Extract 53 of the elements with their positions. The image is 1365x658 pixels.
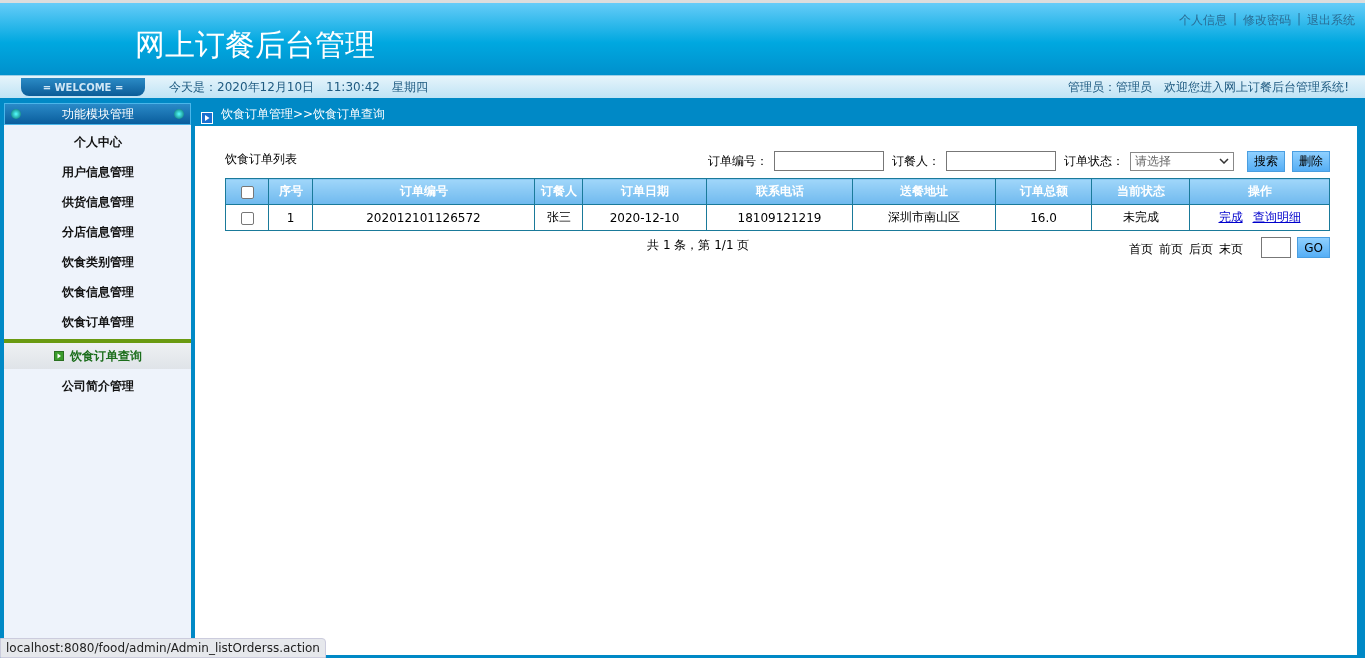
table-cell: 1 — [268, 204, 313, 231]
page-link[interactable]: 末页 — [1219, 241, 1244, 258]
table-cell: 未完成 — [1091, 204, 1190, 231]
status-url-tooltip: localhost:8080/food/admin/Admin_listOrderss.action — [0, 638, 326, 658]
welcome-badge: = WELCOME = — [21, 78, 145, 96]
column-header: 送餐地址 — [852, 178, 996, 205]
column-header: 订餐人 — [534, 178, 583, 205]
table-cell: 2020-12-10 — [582, 204, 707, 231]
status-dropdown[interactable]: 请选择 — [1130, 151, 1234, 171]
column-header: 订单总额 — [995, 178, 1092, 205]
table-cell: 张三 — [534, 204, 583, 231]
page-summary: 共 1 条，第 1/1 页 — [647, 237, 750, 254]
sidebar-item[interactable]: 公司简介管理 — [4, 371, 191, 401]
link-separator: | — [1296, 12, 1301, 28]
table-cell: 深圳市南山区 — [852, 204, 996, 231]
sidebar-item[interactable]: 饮食信息管理 — [4, 277, 191, 307]
page-link[interactable]: 首页 — [1129, 241, 1154, 258]
column-header: 当前状态 — [1091, 178, 1190, 205]
table-cell: 18109121219 — [706, 204, 853, 231]
action-link[interactable]: 完成 — [1218, 209, 1243, 226]
action-link[interactable]: 查询明细 — [1252, 209, 1301, 226]
sidebar-item[interactable]: 个人中心 — [4, 127, 191, 157]
date-text: 今天是：2020年12月10日 — [169, 78, 315, 96]
column-header: 订单编号 — [312, 178, 535, 205]
sidebar-item[interactable]: 供货信息管理 — [4, 187, 191, 217]
sidebar-title: 功能模块管理 — [61, 105, 134, 123]
customer-label: 订餐人： — [892, 152, 940, 170]
sidebar-item[interactable]: 饮食类别管理 — [4, 247, 191, 277]
admin-text: 管理员：管理员 — [1068, 78, 1153, 96]
delete-button[interactable]: 删除 — [1292, 150, 1330, 172]
column-header: 序号 — [268, 178, 313, 205]
table-cell: 16.0 — [995, 204, 1092, 231]
order-no-label: 订单编号： — [708, 152, 768, 170]
list-title: 饮食订单列表 — [225, 150, 297, 168]
page-link[interactable]: 前页 — [1159, 241, 1184, 258]
column-header: 操作 — [1189, 178, 1330, 205]
site-title: 网上订餐后台管理 — [135, 26, 375, 64]
status-label: 订单状态： — [1064, 152, 1124, 170]
go-button[interactable]: GO — [1297, 237, 1330, 258]
sidebar-item[interactable]: 分店信息管理 — [4, 217, 191, 247]
greeting-text: 欢迎您进入网上订餐后台管理系统! — [1164, 78, 1349, 96]
search-button[interactable]: 搜索 — [1247, 150, 1285, 172]
link-separator: | — [1232, 12, 1237, 28]
sidebar-item[interactable]: 用户信息管理 — [4, 157, 191, 187]
column-header: 订单日期 — [582, 178, 707, 205]
breadcrumb: 饮食订单管理>>饮食订单查询 — [221, 106, 386, 123]
sidebar-item[interactable]: 饮食订单查询 — [4, 339, 191, 369]
table-cell: 202012101126572 — [312, 204, 535, 231]
column-header: 联系电话 — [706, 178, 853, 205]
page-link[interactable]: 后页 — [1189, 241, 1214, 258]
time-text: 11:30:42 — [326, 80, 380, 94]
sidebar-item[interactable]: 饮食订单管理 — [4, 307, 191, 337]
weekday-text: 星期四 — [392, 78, 428, 96]
